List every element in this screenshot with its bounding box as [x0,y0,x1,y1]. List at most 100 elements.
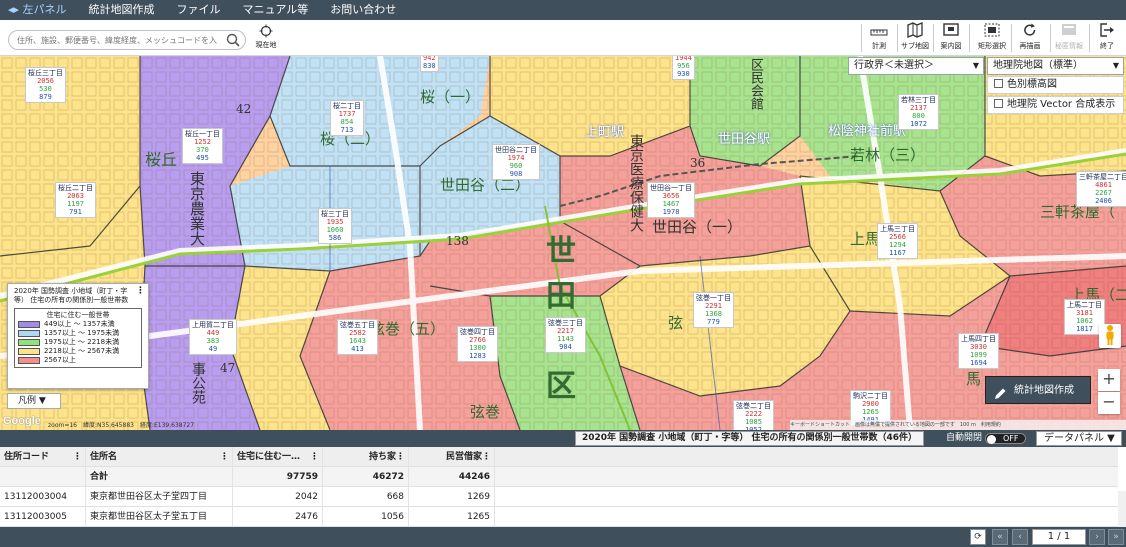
area-value-rented: 2406 [1095,197,1112,205]
column-header[interactable]: 住所コード ⋮ [0,447,86,467]
area-callout[interactable]: 世田谷二丁目 1974 960 908 [492,144,540,180]
first-page-icon[interactable]: « [992,529,1008,545]
rectangle-select-button[interactable]: 矩形選択 [975,22,1009,54]
area-name: 桜三丁目 [321,210,349,218]
exit-label: 終了 [1100,42,1114,50]
area-value-owned: 1300 [469,344,486,352]
overview-map-label: 案内図 [940,42,962,50]
relief-checkbox-label: 色別標高図 [1007,79,1057,90]
menu-file[interactable]: ファイル [166,0,232,20]
hidden-info-button[interactable]: 秘匿情報 [1052,22,1086,54]
area-callout[interactable]: 三軒茶屋二丁目 4861 2267 2406 [1076,171,1126,207]
measure-button[interactable]: 計測 [862,22,896,54]
zoom-out-button[interactable]: − [1098,392,1120,414]
area-value-rented: 49 [208,345,218,353]
map-label: 桜（一） [420,88,481,106]
area-callout[interactable]: 桜二丁目 1737 854 713 [330,100,364,136]
page-input[interactable]: 1 / 1 [1032,529,1086,545]
area-callout[interactable]: 弦巻五丁目 2582 1643 413 [337,319,378,355]
last-page-icon[interactable]: » [1108,529,1124,545]
sub-map-button[interactable]: サブ地図 [898,22,932,54]
area-value-owned: 956 [677,62,690,70]
column-menu-icon[interactable]: ⋮ [482,447,491,467]
table-cell: 44246 [409,467,495,487]
area-callout[interactable]: 若林三丁目 2137 800 1072 [898,94,939,130]
dropdown-arrow-icon: ▼ [972,61,979,70]
more-options-icon[interactable]: ⋮ [136,287,145,296]
area-callout[interactable]: 桜丘二丁目 2063 1197 791 [55,182,96,218]
current-location-button[interactable]: 現在地 [252,24,280,50]
area-callout[interactable]: 世田谷一丁目 3656 1467 1978 [647,182,695,218]
search-icon[interactable] [226,33,240,50]
boundary-select[interactable]: 行政界＜未選択＞ ▼ [848,57,984,75]
area-callout[interactable]: 1944 956 930 [672,56,695,80]
legend-item-label: 1357以上 〜 1975未満 [44,329,120,337]
basemap-select[interactable]: 地理院地図（標準） ▼ [987,57,1124,75]
column-menu-icon[interactable]: ⋮ [73,447,82,467]
create-stat-map-button[interactable]: 統計地図作成 [985,376,1091,404]
toolbar: 現在地 計測 サブ地図 案内図 矩形選択 再描画 秘匿情報 終了 [0,20,1126,56]
area-callout[interactable]: 弦巻二丁目 2222 1085 1052 [733,400,774,430]
table-scrollbar[interactable] [1118,491,1126,527]
refresh-button[interactable]: 再描画 [1013,22,1047,54]
area-callout[interactable]: 桜丘一丁目 1252 370 495 [182,128,223,164]
ward-label-char: 世 [546,234,576,269]
menu-manual[interactable]: マニュアル等 [232,0,320,20]
left-panel-toggle[interactable]: ◂▸ 左パネル [0,0,78,20]
relief-checkbox[interactable]: 色別標高図 [987,76,1124,94]
column-menu-icon[interactable]: ⋮ [396,447,405,467]
area-callout[interactable]: 942 830 [420,56,439,72]
table-cell: 1265 [409,507,495,527]
map-label: 36 [690,156,706,170]
area-value-owned: 383 [206,337,220,345]
area-callout[interactable]: 桜三丁目 1935 1060 586 [318,208,352,244]
area-value-owned: 2267 [1095,189,1112,197]
area-callout[interactable]: 弦巻四丁目 2766 1300 1283 [457,326,498,362]
vector-checkbox[interactable]: 地理院 Vector 合成表示 [987,96,1124,114]
zoom-coordinates: zoom=16 緯度:N35.645883 経度:E139.638727 [48,422,195,429]
column-header[interactable]: 民営借家 ⋮ [409,447,495,467]
area-value-total: 1974 [507,154,525,162]
map-label: 弦巻（五） [370,320,446,338]
column-menu-icon[interactable]: ⋮ [220,447,229,467]
street-view-pegman-icon[interactable] [1099,324,1121,348]
column-menu-icon[interactable]: ⋮ [310,447,319,467]
column-header[interactable]: 住所名 ⋮ [86,447,233,467]
data-panel-button[interactable]: データパネル ▼ [1036,431,1122,446]
area-value-rented: 1072 [910,120,927,128]
area-callout[interactable]: 弦巻三丁目 2217 1143 904 [545,317,586,353]
zoom-in-button[interactable]: + [1098,369,1120,391]
area-value-owned: 530 [39,85,52,93]
checkbox-icon [994,99,1003,108]
area-callout[interactable]: 上馬四丁目 3030 1099 1694 [958,333,999,369]
measure-label: 計測 [872,42,886,50]
menu-contact[interactable]: お問い合わせ [319,0,407,20]
search-input[interactable] [9,31,217,49]
legend-toggle-button[interactable]: 凡例 ▼ [7,393,61,409]
table-row[interactable]: 13112003004 東京都世田谷区太子堂四丁目 2042 668 1269 [0,487,1118,507]
boundary-select-value: 行政界＜未選択＞ [854,60,934,71]
map-canvas[interactable]: 桜丘 東京農業大 桜（二） 桜（一） 世田谷（二） 上町駅 東京医療保健大 世田… [0,56,1126,430]
area-value-owned: 1143 [557,335,574,343]
station-label: 上町駅 [585,125,625,140]
map-attribution[interactable]: キーボードショートカット 画像は無償で提供されている地図の一部です 100 m … [790,420,1126,430]
menu-stat-map[interactable]: 統計地図作成 [78,0,166,20]
exit-button[interactable]: 終了 [1090,22,1124,54]
overview-map-button[interactable]: 案内図 [934,22,968,54]
area-value-rented: 1978 [662,208,680,216]
previous-page-icon[interactable]: ‹ [1012,529,1028,545]
refresh-icon[interactable]: ⟳ [970,529,986,545]
area-callout[interactable]: 弦巻一丁目 2291 1368 779 [693,292,734,328]
column-header[interactable]: 住宅に住む一… ⋮ [233,447,323,467]
legend-swatch [18,330,40,337]
next-page-icon[interactable]: › [1089,529,1105,545]
column-header[interactable]: 持ち家 ⋮ [323,447,409,467]
table-cell [495,507,1118,527]
area-callout[interactable]: 桜丘三丁目 2056 530 879 [25,67,66,103]
table-row[interactable]: 13112003005 東京都世田谷区太子堂五丁目 2476 1056 1265 [0,507,1118,527]
table-cell: 668 [323,487,409,507]
area-callout[interactable]: 上馬三丁目 2566 1294 1167 [877,223,918,259]
legend-panel: 2020年 国勢調査 小地域（町丁・字等） 住宅の所有の関係別一般世帯数 ⋮ 住… [7,283,149,389]
auto-open-toggle[interactable]: OFF [985,433,1026,444]
area-callout[interactable]: 上用賀二丁目 449 383 49 [189,319,237,355]
